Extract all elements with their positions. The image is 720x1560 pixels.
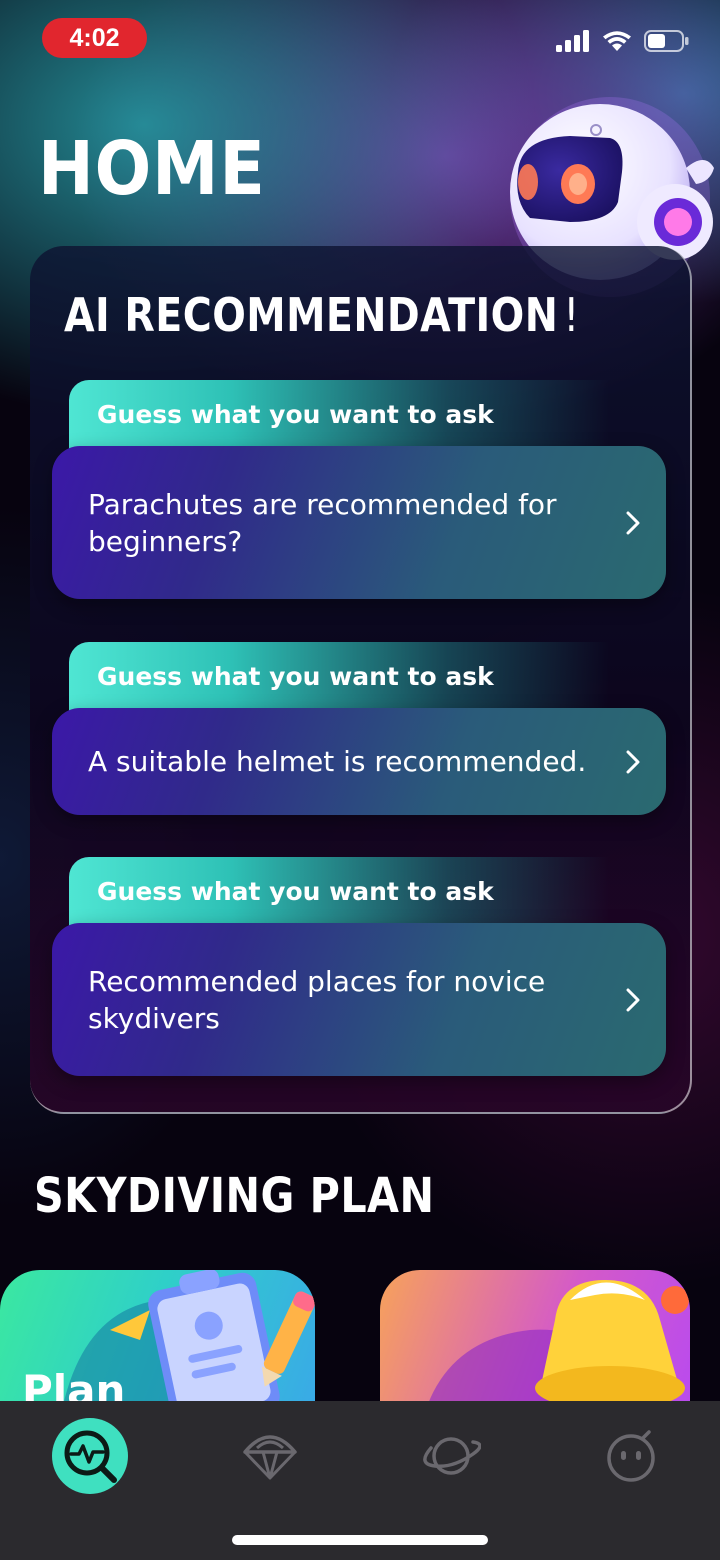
question-card[interactable]: Recommended places for novice skydivers [52,923,666,1076]
ai-heading-suffix: ! [563,288,580,342]
page-title: HOME [38,126,266,212]
parachute-icon [243,1435,297,1480]
status-time: 4:02 [42,18,147,58]
tab-search[interactable] [52,1418,128,1494]
battery-icon [644,30,689,52]
skydiving-plan-heading: SKYDIVING PLAN [34,1168,435,1224]
question-text: Recommended places for novice skydivers [88,964,546,1035]
chevron-right-icon [626,750,640,773]
question-text: A suitable helmet is recommended. [88,745,587,778]
planet-icon [423,1437,481,1475]
guess-tag: Guess what you want to ask [69,857,609,927]
question-card[interactable]: A suitable helmet is recommended. [52,708,666,815]
home-indicator[interactable] [232,1535,488,1545]
signal-icon [556,30,589,52]
status-icons [556,30,690,52]
ai-recommendation-heading: AI RECOMMENDATION! [64,288,580,342]
guess-tag: Guess what you want to ask [69,642,609,712]
wifi-icon [603,31,631,51]
tab-profile[interactable] [593,1418,669,1494]
ai-heading-text: AI RECOMMENDATION [64,288,559,342]
chevron-right-icon [626,988,640,1011]
question-text: Parachutes are recommended for beginners… [88,487,557,558]
face-icon [607,1430,655,1482]
tab-parachute[interactable] [232,1418,308,1494]
guess-tag: Guess what you want to ask [69,380,609,450]
question-card[interactable]: Parachutes are recommended for beginners… [52,446,666,599]
chevron-right-icon [626,511,640,534]
search-pulse-icon [64,1430,117,1483]
tab-planet[interactable] [413,1418,489,1494]
